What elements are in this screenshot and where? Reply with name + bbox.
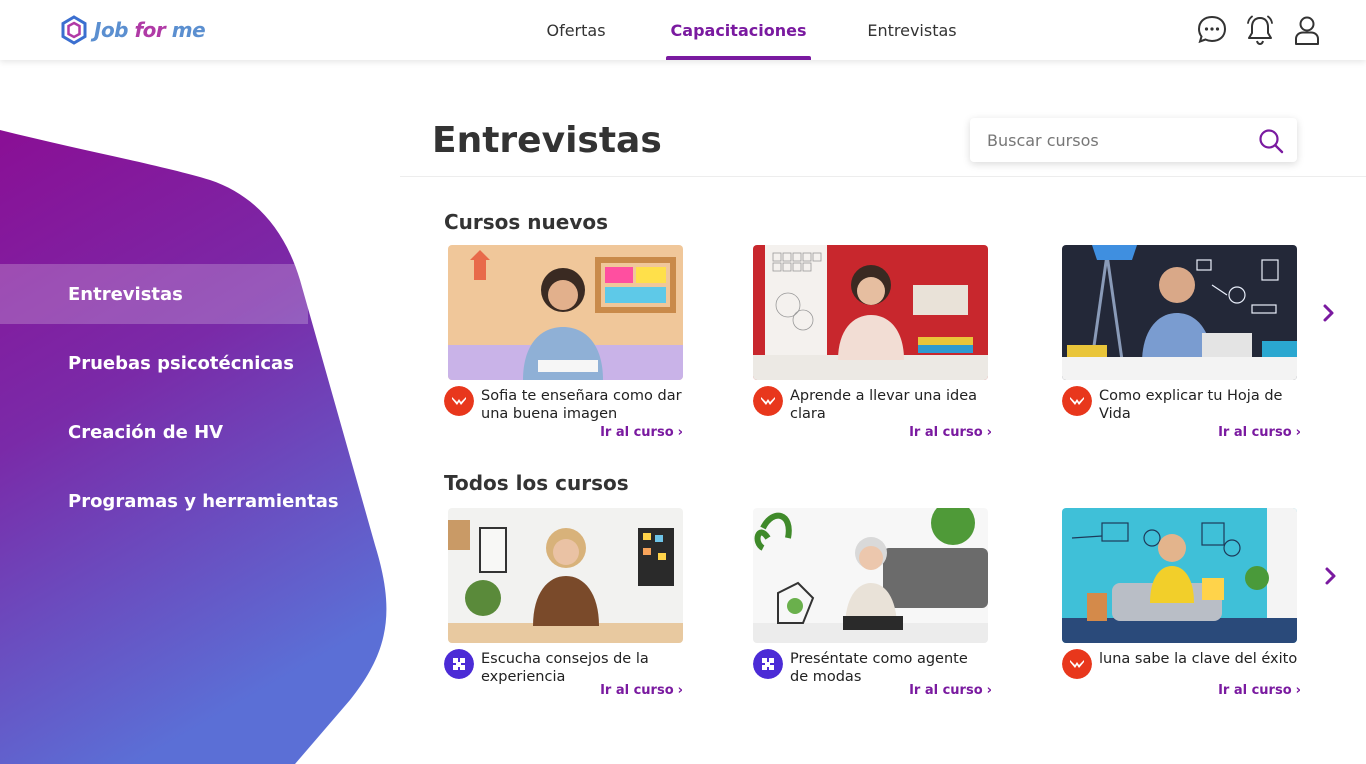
chevron-right-icon: › xyxy=(677,425,683,440)
chevron-right-icon: › xyxy=(986,425,992,440)
bell-icon[interactable] xyxy=(1244,13,1276,47)
logo[interactable]: Job for me xyxy=(60,14,206,46)
domestika-icon xyxy=(1062,386,1092,416)
nav-capacitaciones[interactable]: Capacitaciones xyxy=(666,0,811,60)
sidebar-item-programas-herramientas[interactable]: Programas y herramientas xyxy=(0,471,339,531)
course-card[interactable]: Como explicar tu Hoja de Vida Ir al curs… xyxy=(1062,245,1307,445)
course-thumbnail xyxy=(448,245,683,380)
chevron-right-icon: › xyxy=(986,683,992,698)
course-title: Aprende a llevar una idea clara xyxy=(790,388,978,422)
chat-icon[interactable] xyxy=(1196,13,1228,47)
sidebar-item-label: Programas y herramientas xyxy=(68,490,339,512)
course-thumbnail xyxy=(753,245,988,380)
go-to-course-link[interactable]: Ir al curso › xyxy=(600,425,683,440)
sidebar-item-creacion-hv[interactable]: Creación de HV xyxy=(0,402,310,462)
course-title: Escucha consejos de la experiencia xyxy=(481,651,649,685)
search-input[interactable] xyxy=(987,130,1247,150)
course-title: Sofia te enseñara como dar una buena ima… xyxy=(481,388,682,422)
user-icon[interactable] xyxy=(1291,13,1323,47)
sidebar-item-entrevistas[interactable]: Entrevistas xyxy=(0,264,308,324)
chevron-right-icon: › xyxy=(1295,425,1301,440)
course-card[interactable]: Escucha consejos de la experiencia Ir al… xyxy=(444,508,689,708)
logo-hexagon-icon xyxy=(61,15,87,45)
course-thumbnail xyxy=(1062,508,1297,643)
course-thumbnail xyxy=(1062,245,1297,380)
sidebar-item-pruebas-psicotecnicas[interactable]: Pruebas psicotécnicas xyxy=(0,333,310,393)
nav-active-indicator xyxy=(666,56,811,60)
nav-entrevistas[interactable]: Entrevistas xyxy=(855,0,969,60)
chevron-right-icon: › xyxy=(1295,683,1301,698)
course-card[interactable]: luna sabe la clave del éxito Ir al curso… xyxy=(1062,508,1307,708)
course-thumbnail xyxy=(753,508,988,643)
course-card[interactable]: Aprende a llevar una idea clara Ir al cu… xyxy=(753,245,998,445)
logo-text: Job for me xyxy=(94,18,206,42)
course-card[interactable]: Sofia te enseñara como dar una buena ima… xyxy=(444,245,689,445)
page-title: Entrevistas xyxy=(432,120,662,161)
crehana-icon xyxy=(444,649,474,679)
next-arrow-icon[interactable] xyxy=(1320,566,1340,586)
search-box xyxy=(970,118,1297,162)
domestika-icon xyxy=(753,386,783,416)
go-to-course-link[interactable]: Ir al curso › xyxy=(1218,683,1301,698)
go-to-course-link[interactable]: Ir al curso › xyxy=(600,683,683,698)
course-thumbnail xyxy=(448,508,683,643)
section-title-todos-los-cursos: Todos los cursos xyxy=(444,471,629,495)
top-header: Job for me Ofertas Capacitaciones Entrev… xyxy=(0,0,1366,60)
course-title: Como explicar tu Hoja de Vida xyxy=(1099,388,1283,422)
section-title-cursos-nuevos: Cursos nuevos xyxy=(444,210,609,234)
domestika-icon xyxy=(1062,649,1092,679)
title-divider xyxy=(400,176,1366,177)
go-to-course-link[interactable]: Ir al curso › xyxy=(1218,425,1301,440)
course-title: luna sabe la clave del éxito xyxy=(1099,651,1298,667)
search-icon[interactable] xyxy=(1258,128,1284,154)
sidebar-item-label: Creación de HV xyxy=(68,421,224,443)
go-to-course-link[interactable]: Ir al curso › xyxy=(909,683,992,698)
course-title: Preséntate como agente de modas xyxy=(790,651,968,685)
course-card[interactable]: Preséntate como agente de modas Ir al cu… xyxy=(753,508,998,708)
go-to-course-link[interactable]: Ir al curso › xyxy=(909,425,992,440)
chevron-right-icon: › xyxy=(677,683,683,698)
sidebar-item-label: Pruebas psicotécnicas xyxy=(68,352,294,374)
next-arrow-icon[interactable] xyxy=(1318,303,1338,323)
nav-ofertas[interactable]: Ofertas xyxy=(530,0,622,60)
crehana-icon xyxy=(753,649,783,679)
sidebar-item-label: Entrevistas xyxy=(68,283,183,305)
domestika-icon xyxy=(444,386,474,416)
